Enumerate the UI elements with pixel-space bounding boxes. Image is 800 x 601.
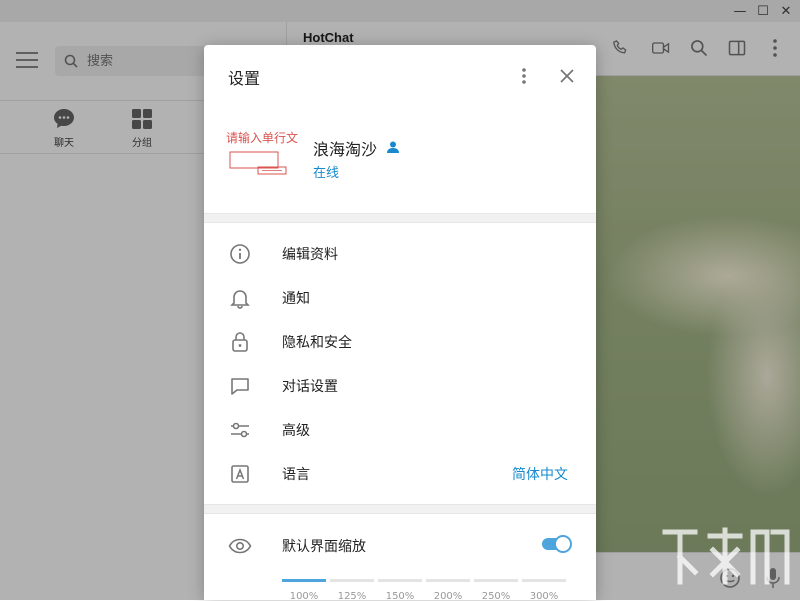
chat-icon <box>228 374 252 398</box>
avatar-text: 请输入单行文 <box>226 130 298 145</box>
scale-option-bar[interactable] <box>522 579 566 582</box>
menu-label: 语言 <box>282 467 310 483</box>
scale-option-label: 300% <box>529 591 559 600</box>
scale-option-bar[interactable] <box>426 579 470 582</box>
menu-label: 通知 <box>282 291 310 307</box>
contact-icon <box>386 139 400 153</box>
menu-label: 隐私和安全 <box>282 335 352 351</box>
scale-option-label: 100% <box>289 591 319 600</box>
scale-option-bar[interactable] <box>282 579 326 582</box>
scale-option-label: 125% <box>337 591 367 600</box>
menu-label: 对话设置 <box>282 379 338 395</box>
scale-option-label: 150% <box>385 591 415 600</box>
menu-privacy[interactable]: 隐私和安全 <box>204 319 596 363</box>
dialog-title: 设置 <box>228 69 261 88</box>
settings-dialog: 设置 请输入单行文 浪海淘沙 在线 编辑资料 通知 隐私和安全 对话设置 高级 … <box>204 45 596 600</box>
menu-chat-settings[interactable]: 对话设置 <box>204 363 596 407</box>
scale-option-bar[interactable] <box>378 579 422 582</box>
eye-icon <box>228 534 252 558</box>
scale-option-label: 250% <box>481 591 511 600</box>
more-options-icon[interactable] <box>514 65 534 87</box>
menu-default-scale[interactable]: 默认界面缩放 <box>204 523 596 567</box>
scale-option-bar[interactable] <box>330 579 374 582</box>
menu-language[interactable]: 语言 简体中文 <box>204 451 596 495</box>
menu-label: 默认界面缩放 <box>282 539 366 555</box>
profile-status: 在线 <box>313 166 340 181</box>
section-divider <box>204 504 596 514</box>
scale-slider[interactable]: 100% 125% 150% 200% 250% 300% <box>282 579 570 600</box>
menu-notifications[interactable]: 通知 <box>204 275 596 319</box>
language-value: 简体中文 <box>512 467 568 483</box>
close-dialog-icon[interactable] <box>556 65 578 87</box>
menu-edit-profile[interactable]: 编辑资料 <box>204 231 596 275</box>
section-divider <box>204 213 596 223</box>
menu-advanced[interactable]: 高级 <box>204 407 596 451</box>
language-icon <box>228 462 252 486</box>
lock-icon <box>228 330 252 354</box>
menu-label: 编辑资料 <box>282 247 338 263</box>
scale-toggle[interactable] <box>540 534 572 554</box>
scale-option-bar[interactable] <box>474 579 518 582</box>
sliders-icon <box>228 418 252 442</box>
toggle-knob <box>554 535 572 553</box>
bell-icon <box>228 286 252 310</box>
scale-option-label: 200% <box>433 591 463 600</box>
avatar[interactable]: 请输入单行文 <box>224 125 300 187</box>
profile-name: 浪海淘沙 <box>313 140 378 159</box>
info-icon <box>228 242 252 266</box>
menu-label: 高级 <box>282 423 310 439</box>
